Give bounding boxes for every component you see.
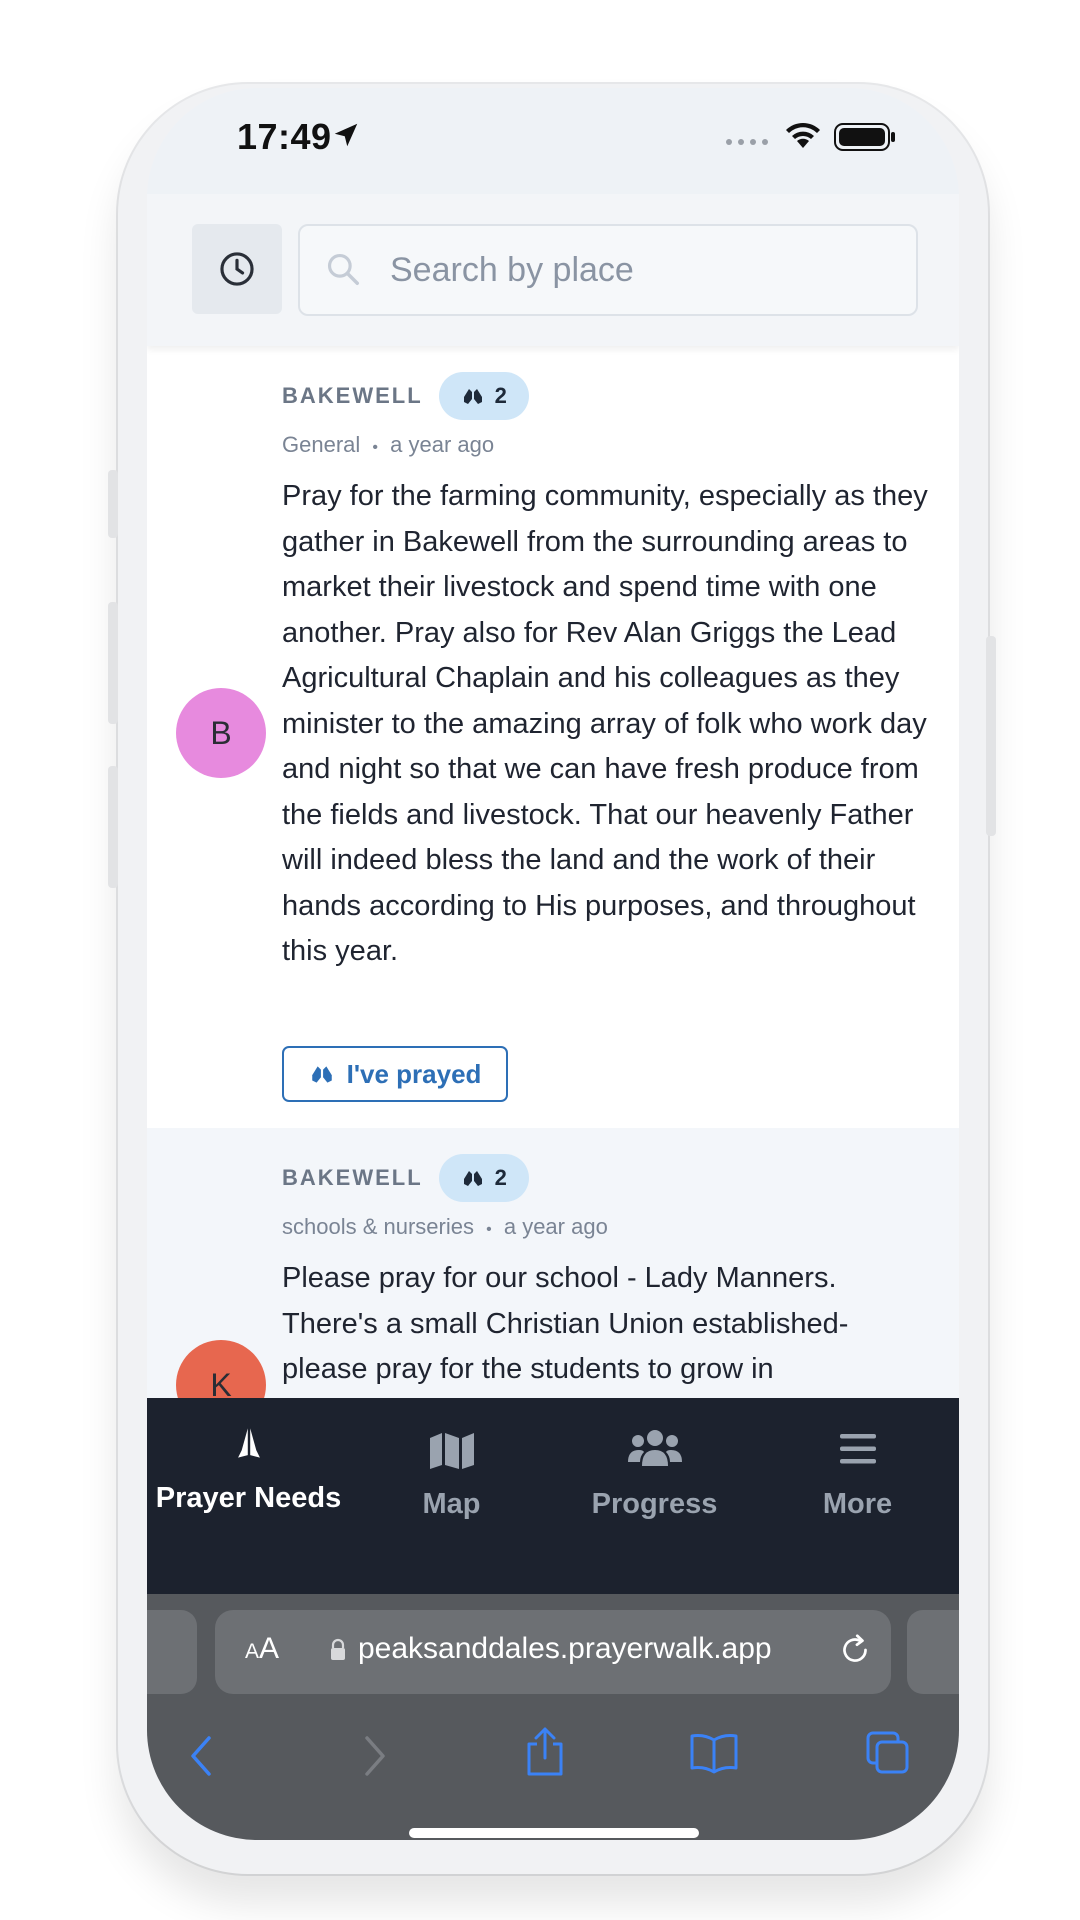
bottom-nav: Prayer Needs Map Progress More [147, 1398, 959, 1594]
search-input[interactable] [390, 226, 890, 314]
meta-separator: • [372, 439, 379, 456]
post-meta: schools & nurseries • a year ago [282, 1214, 608, 1240]
nav-label: Progress [591, 1488, 718, 1520]
nav-label: Prayer Needs [155, 1482, 342, 1514]
place-name: BAKEWELL [282, 1165, 423, 1190]
clock-icon [220, 252, 254, 286]
praying-hands-icon [311, 1066, 332, 1083]
place-row: BAKEWELL 2 [282, 372, 529, 420]
post-age: a year ago [390, 432, 495, 457]
nav-item-map[interactable]: Map [350, 1398, 553, 1594]
volume-down-button [108, 766, 118, 888]
prayer-count-badge: 2 [438, 372, 529, 420]
ive-prayed-button[interactable]: I've prayed [282, 1046, 508, 1102]
post-category: schools & nurseries [282, 1214, 474, 1239]
power-button [986, 636, 996, 836]
nav-label: More [822, 1488, 893, 1520]
reload-icon[interactable] [837, 1632, 873, 1668]
phone-screen: 17:49 Search by place B BAKEWELL 2 Gener… [147, 88, 959, 1840]
share-icon[interactable] [525, 1726, 565, 1778]
browser-chrome: AA peaksanddales.prayerwalk.app [147, 1594, 959, 1840]
prayer-count: 2 [494, 1165, 507, 1190]
place-row: BAKEWELL 2 [282, 1154, 529, 1202]
tabs-icon[interactable] [865, 1730, 911, 1776]
forward-icon[interactable] [359, 1734, 391, 1778]
avatar-letter: B [210, 714, 232, 751]
status-bar: 17:49 [147, 88, 959, 194]
post-category: General [282, 432, 361, 457]
volume-up-button [108, 602, 118, 724]
praying-hands-icon [463, 389, 482, 404]
prayer-feed: B BAKEWELL 2 General • a year ago Pray f… [147, 346, 959, 1398]
address-bar[interactable]: AA peaksanddales.prayerwalk.app [215, 1610, 891, 1694]
nav-item-progress[interactable]: Progress [553, 1398, 756, 1594]
back-icon[interactable] [185, 1734, 217, 1778]
home-indicator [409, 1828, 699, 1838]
post-meta: General • a year ago [282, 432, 494, 458]
avatar: K [176, 1340, 266, 1398]
meta-separator: • [486, 1221, 492, 1238]
prayer-card: B BAKEWELL 2 General • a year ago Pray f… [147, 346, 959, 1128]
place-name: BAKEWELL [282, 383, 423, 408]
battery-icon [834, 123, 895, 151]
menu-icon [839, 1434, 876, 1464]
prayer-count-badge: 2 [438, 1154, 529, 1202]
cellular-signal-icon [726, 139, 768, 145]
post-text: Pray for the farming community, especial… [282, 480, 928, 967]
post-age: a year ago [503, 1214, 608, 1239]
status-time: 17:49 [237, 116, 332, 157]
ive-prayed-label: I've prayed [346, 1058, 482, 1089]
prayer-count: 2 [494, 383, 507, 408]
wifi-icon [786, 122, 820, 148]
praying-hands-icon [463, 1171, 482, 1186]
search-header [147, 194, 959, 346]
prayer-card: K BAKEWELL 2 schools & nurseries • a yea… [147, 1128, 959, 1398]
search-field[interactable] [298, 224, 918, 316]
next-tab-preview[interactable] [907, 1610, 959, 1694]
avatar: B [176, 688, 266, 778]
post-text: Please pray for our school - Lady Manner… [282, 1262, 849, 1385]
location-arrow-icon [334, 123, 358, 147]
previous-tab-preview[interactable] [147, 1610, 197, 1694]
search-icon [327, 253, 359, 285]
praying-hands-icon [237, 1428, 260, 1458]
lock-icon [331, 1638, 345, 1660]
nav-item-prayer-needs[interactable]: Prayer Needs [147, 1398, 350, 1594]
text-size-button[interactable]: AA [245, 1632, 279, 1666]
bookmarks-icon[interactable] [689, 1732, 739, 1774]
users-icon [627, 1430, 682, 1466]
url-text: peaksanddales.prayerwalk.app [358, 1632, 772, 1665]
nav-item-more[interactable]: More [756, 1398, 959, 1594]
avatar-letter: K [210, 1366, 232, 1399]
mute-switch [108, 470, 118, 538]
nav-label: Map [422, 1488, 481, 1520]
history-button[interactable] [192, 224, 282, 314]
map-icon [429, 1433, 474, 1469]
